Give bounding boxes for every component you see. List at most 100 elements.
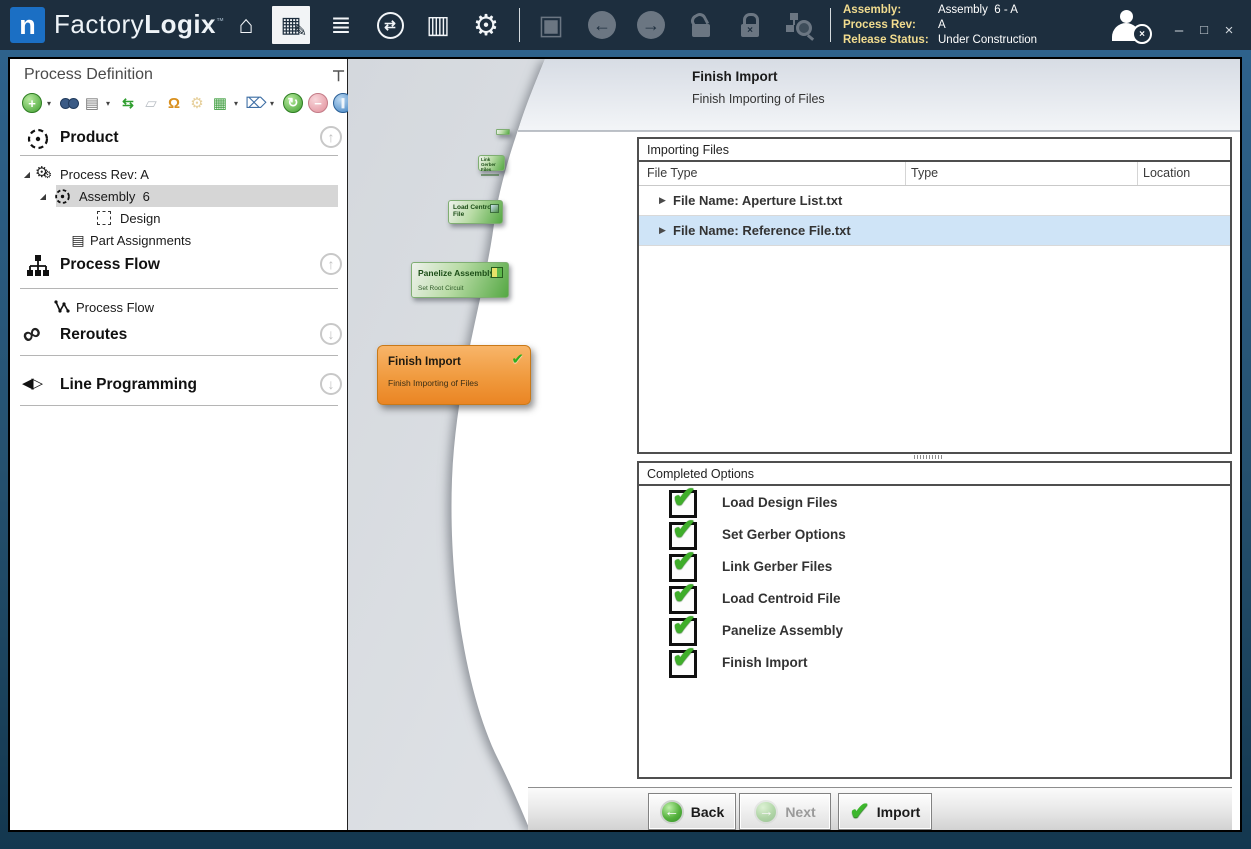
flow-node-panelize-assembly[interactable]: Panelize Assembly Set Root Circuit: [411, 262, 509, 298]
flow-node-finish-import[interactable]: Finish Import Finish Importing of Files …: [377, 345, 531, 405]
print-icon[interactable]: ▤: [83, 94, 101, 112]
sidebar-section-line-programming[interactable]: ◀▷ Line Programming ↓: [10, 372, 348, 402]
expand-arrow-icon[interactable]: ▶: [659, 195, 666, 206]
checkbox-checked[interactable]: ✔: [669, 650, 697, 678]
tree-item-design[interactable]: Design: [10, 207, 348, 229]
tree-item-process-flow[interactable]: Process Flow: [10, 296, 348, 318]
export-caret-icon[interactable]: ▾: [234, 99, 242, 108]
collapse-down-icon[interactable]: ↓: [320, 323, 342, 345]
tree-item-process-rev[interactable]: ◢ ⚙⚙ Process Rev: A: [10, 163, 348, 185]
expand-arrow-icon[interactable]: ▶: [659, 225, 666, 236]
completed-option: ✔ Set Gerber Options: [639, 520, 1230, 552]
divider: [20, 288, 338, 289]
release-status-value: Under Construction: [938, 33, 1037, 48]
lock-x-icon[interactable]: ×: [731, 6, 769, 44]
next-button-disabled[interactable]: → Next: [739, 793, 831, 830]
find-icon[interactable]: [60, 94, 78, 112]
table-row-selected[interactable]: ▶ File Name: Reference File.txt: [639, 216, 1230, 246]
sidebar-section-reroutes[interactable]: ∞ Reroutes ↓: [10, 322, 348, 352]
column-divider[interactable]: [905, 162, 906, 185]
node-subtitle-line: [481, 174, 499, 176]
sync-icon[interactable]: ⇄: [371, 6, 409, 44]
column-header-file-type[interactable]: File Type: [647, 166, 698, 180]
tree-item-label: Process Rev: A: [60, 167, 149, 182]
nav-forward-icon[interactable]: →: [632, 6, 670, 44]
divider: [20, 155, 338, 156]
tree-item-part-assignments[interactable]: ▤ Part Assignments: [10, 229, 348, 251]
flow-search-icon[interactable]: [780, 6, 818, 44]
node-title: Link Gerber Files: [481, 157, 502, 172]
pin-icon[interactable]: ⊤: [332, 67, 345, 85]
data-import-icon[interactable]: ≣: [322, 6, 360, 44]
process-rev-gears-icon: ⚙⚙: [34, 165, 54, 183]
export-icon[interactable]: ▦: [211, 94, 229, 112]
user-status-icon[interactable]: ×: [1108, 8, 1148, 44]
unlock-icon[interactable]: [682, 6, 720, 44]
process-definition-tab-icon[interactable]: ▦ ✎: [272, 6, 310, 44]
part-assignments-icon: ▤: [68, 232, 88, 249]
maximize-button[interactable]: □: [1193, 22, 1215, 37]
save-icon[interactable]: ▣: [532, 6, 570, 44]
reroutes-chain-icon: ∞: [16, 315, 47, 351]
print-caret-icon[interactable]: ▾: [106, 99, 114, 108]
tree-item-label: Design: [120, 211, 160, 226]
column-header-location[interactable]: Location: [1143, 166, 1190, 180]
checkmark-icon: ✔: [672, 576, 696, 611]
reports-icon[interactable]: ▥: [419, 6, 457, 44]
bell-icon[interactable]: Ω: [165, 94, 183, 112]
table-row[interactable]: ▶ File Name: Aperture List.txt: [639, 186, 1230, 216]
flow-node-link-gerber[interactable]: Link Gerber Files: [478, 155, 505, 171]
section-label: Product: [60, 129, 119, 147]
assembly-label: Assembly:: [843, 3, 938, 18]
options-gear-icon[interactable]: ⚙: [188, 94, 206, 112]
content-frame: Process Definition ⊤ +▾ ▤▾ ⇆ ▱ Ω ⚙ ▦▾ ⌦▾…: [8, 57, 1242, 832]
back-button[interactable]: ← Back: [648, 793, 736, 830]
node-title: Finish Import: [388, 356, 520, 368]
delete-caret-icon[interactable]: ▾: [270, 99, 278, 108]
process-flow-icon: [26, 254, 50, 280]
flow-node-tiny[interactable]: [496, 129, 510, 135]
checkmark-icon: ✔: [511, 350, 524, 368]
checkmark-icon: ✔: [672, 608, 696, 643]
collapse-up-icon[interactable]: ↑: [320, 126, 342, 148]
column-divider[interactable]: [1137, 162, 1138, 185]
toolbar-separator-2: [830, 8, 831, 42]
settings-gear-icon[interactable]: ⚙: [467, 6, 505, 44]
flow-node-load-centroid[interactable]: Load Centroid File: [448, 200, 503, 224]
user-offline-badge: ×: [1132, 24, 1152, 44]
expander-icon[interactable]: ◢: [36, 192, 50, 201]
process-rev-label: Process Rev:: [843, 18, 938, 33]
refresh-icon[interactable]: ↻: [283, 93, 303, 113]
collapse-down-icon[interactable]: ↓: [320, 373, 342, 395]
add-caret-icon[interactable]: ▾: [47, 99, 55, 108]
row-label: File Name: Aperture List.txt: [673, 193, 842, 208]
toolbar-separator: [519, 8, 520, 42]
sidebar-section-process-flow[interactable]: Process Flow ↑: [10, 252, 348, 282]
import-check-icon: ✔: [850, 797, 870, 826]
sidebar-section-product[interactable]: Product ↑: [10, 125, 348, 155]
node-icon: [490, 204, 499, 213]
brand-title: FactoryLogix™: [54, 9, 225, 40]
home-icon[interactable]: ⌂: [227, 6, 265, 44]
close-button[interactable]: ×: [1218, 22, 1240, 39]
tree-item-assembly[interactable]: ◢ Assembly 6: [10, 185, 348, 207]
page-subtitle: Finish Importing of Files: [692, 92, 825, 106]
collapse-up-icon[interactable]: ↑: [320, 253, 342, 275]
minimize-button[interactable]: –: [1168, 22, 1190, 39]
import-button[interactable]: ✔ Import: [838, 793, 932, 830]
pencil-icon: ✎: [294, 22, 307, 40]
delete-icon[interactable]: ⌦: [247, 94, 265, 112]
column-header-type[interactable]: Type: [911, 166, 938, 180]
completed-option: ✔ Link Gerber Files: [639, 552, 1230, 584]
wizard-footer-bar: ← Back → Next ✔ Import: [528, 787, 1232, 830]
completed-option: ✔ Finish Import: [639, 648, 1230, 680]
divider: [20, 405, 338, 406]
section-label: Reroutes: [60, 326, 127, 344]
panel-splitter[interactable]: [914, 455, 942, 459]
nav-back-icon[interactable]: ←: [583, 6, 621, 44]
release-status-label: Release Status:: [843, 33, 938, 48]
plugin-icon[interactable]: ⇆: [119, 94, 137, 112]
add-icon[interactable]: +: [22, 93, 42, 113]
panelize-grid-icon: [491, 267, 503, 278]
expander-icon[interactable]: ◢: [20, 170, 34, 179]
